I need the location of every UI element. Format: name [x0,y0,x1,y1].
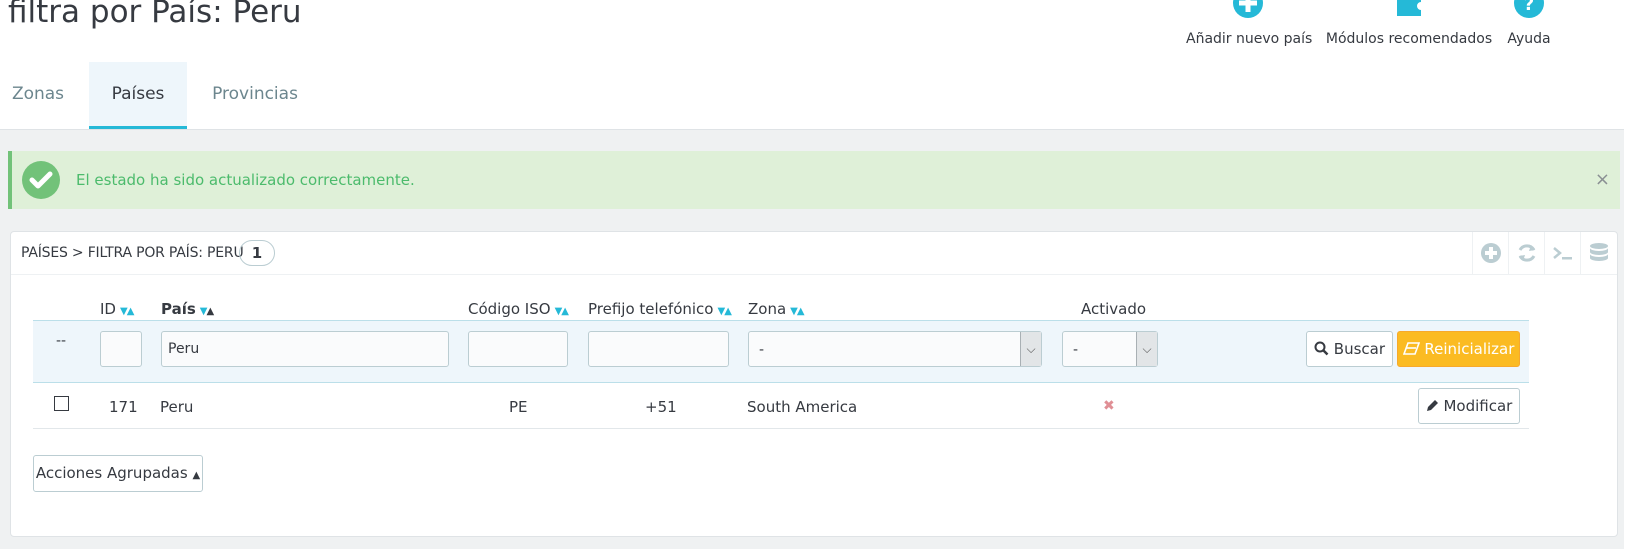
filter-active-value: - [1073,342,1079,358]
inactive-status-icon[interactable]: ✖ [1103,398,1115,414]
refresh-tool[interactable] [1508,232,1545,274]
cell-iso: PE [509,398,528,416]
success-alert: El estado ha sido actualizado correctame… [8,151,1620,209]
bulk-actions-button[interactable]: Acciones Agrupadas ▲ [33,455,203,492]
row-divider [33,428,1529,429]
page-title: filtra por País: Peru [8,0,302,30]
puzzle-icon [1397,0,1421,16]
search-button[interactable]: Buscar [1306,331,1393,367]
cell-id: 171 [109,398,138,416]
sort-arrows-icon[interactable]: ▼▲ [555,306,569,317]
add-icon [1481,243,1501,263]
sort-arrows-icon[interactable]: ▼▲ [790,306,804,317]
column-header-zone: Zona ▼▲ [748,300,805,318]
edit-button[interactable]: Modificar [1418,388,1520,424]
chevron-down-icon: ⌵ [1020,332,1041,366]
tab-states[interactable]: Provincias [200,62,310,126]
help-button[interactable]: ? Ayuda [1504,0,1554,60]
help-circle-icon: ? [1514,0,1544,18]
column-header-country: País ▼▲ [161,300,214,318]
alert-message: El estado ha sido actualizado correctame… [76,171,415,189]
tab-zones[interactable]: Zonas [0,62,76,126]
export-tool[interactable] [1580,232,1617,274]
sort-arrows-icon[interactable]: ▼▲ [120,306,134,317]
toolbar-label: Añadir nuevo país [1186,31,1313,47]
row-checkbox[interactable] [54,396,69,411]
recommended-modules-button[interactable]: Módulos recomendados [1325,0,1493,60]
filter-id-input[interactable] [100,331,142,367]
toolbar-label: Ayuda [1507,31,1551,47]
toolbar-label: Módulos recomendados [1325,31,1493,47]
export-database-icon [1590,243,1608,261]
eraser-icon [1402,342,1420,355]
countries-panel: PAÍSES > FILTRA POR PAÍS: PERU 1 [10,231,1618,537]
filter-zone-select[interactable]: - ⌵ [748,331,1042,367]
page-header: filtra por País: Peru Añadir nuevo país … [0,0,1628,63]
panel-title: PAÍSES > FILTRA POR PAÍS: PERU [21,245,244,261]
tab-bar: Zonas Países Provincias [0,62,1628,130]
add-new-tool[interactable] [1472,232,1509,274]
svg-text:?: ? [1524,0,1534,15]
column-header-prefix: Prefijo telefónico ▼▲ [588,300,732,318]
panel-heading: PAÍSES > FILTRA POR PAÍS: PERU 1 [11,232,1617,275]
search-icon [1314,341,1329,356]
result-count-badge: 1 [239,240,275,266]
cell-country[interactable]: Peru [160,398,193,416]
cell-prefix: +51 [645,398,677,416]
scrollbar-track [1624,0,1628,549]
sql-query-icon [1553,247,1572,260]
filter-prefix-input[interactable] [588,331,729,367]
column-header-active: Activado [1081,300,1147,318]
check-circle-icon [22,161,60,199]
reset-button-label: Reinicializar [1424,340,1515,358]
filter-country-input[interactable]: Peru [161,331,449,367]
chevron-down-icon: ⌵ [1136,332,1157,366]
tab-countries[interactable]: Países [89,62,187,129]
filter-zone-value: - [759,342,765,358]
column-header-id: ID ▼▲ [100,300,134,318]
filter-active-select[interactable]: - ⌵ [1062,331,1158,367]
reset-button[interactable]: Reinicializar [1397,331,1520,367]
bulk-filter-placeholder: -- [56,333,67,349]
caret-up-icon: ▲ [192,470,201,481]
cell-zone: South America [747,398,858,416]
search-button-label: Buscar [1333,340,1385,358]
add-new-country-button[interactable]: Añadir nuevo país [1186,0,1313,60]
column-header-iso: Código ISO ▼▲ [468,300,569,318]
sort-arrows-icon[interactable]: ▼▲ [200,306,214,317]
bulk-actions-label: Acciones Agrupadas [35,464,188,482]
close-icon[interactable]: × [1595,151,1610,209]
refresh-icon [1518,244,1536,262]
edit-button-label: Modificar [1443,397,1513,415]
sort-arrows-icon[interactable]: ▼▲ [717,306,731,317]
pencil-icon [1426,400,1438,411]
plus-circle-icon [1233,0,1263,18]
filter-iso-input[interactable] [468,331,568,367]
sql-query-tool[interactable] [1544,232,1581,274]
